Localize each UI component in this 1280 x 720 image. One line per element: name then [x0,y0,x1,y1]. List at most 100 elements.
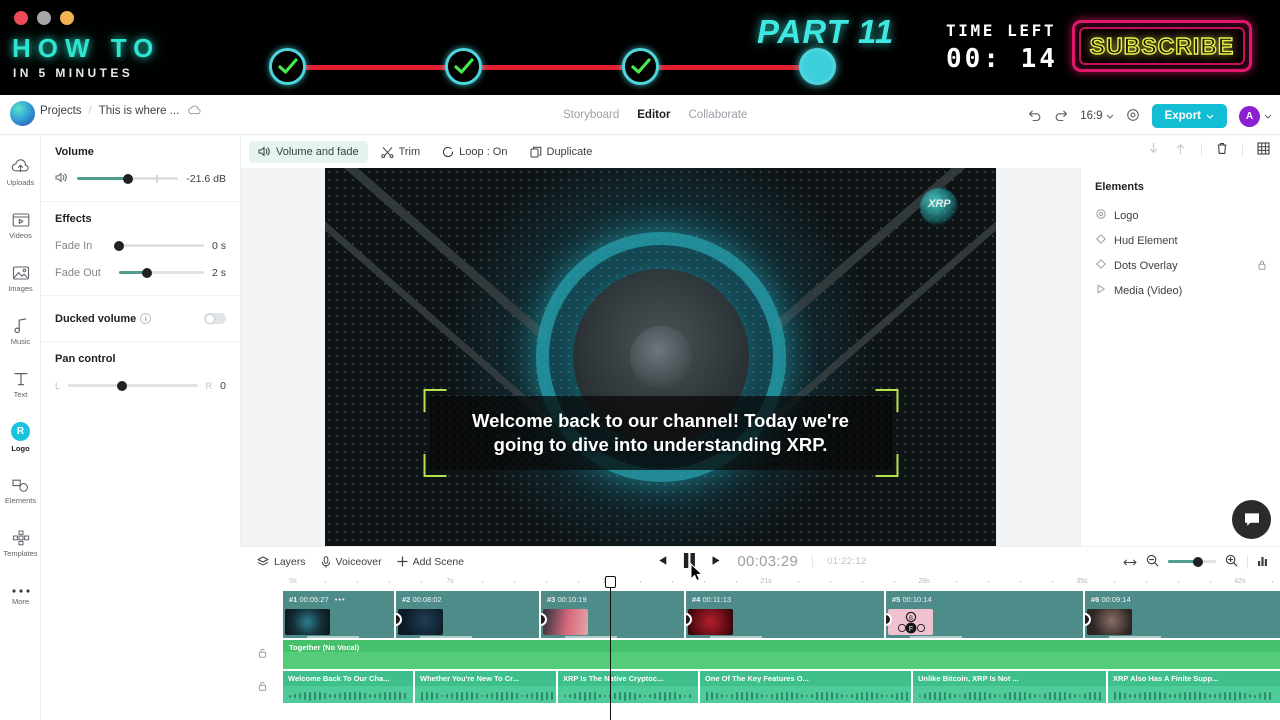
layers-button[interactable]: Layers [257,556,306,568]
timeline-ruler[interactable]: 0s 7s 14s 21s 28s 35s 42s [283,576,1280,590]
skip-back-icon[interactable] [654,555,667,569]
chat-bubble-button[interactable] [1232,500,1271,539]
fade-out-slider[interactable] [119,267,204,278]
video-track[interactable]: #1 00:05:27 ••• #2 00:08:02 #3 00:10:19 [283,591,1280,638]
app-logo-icon[interactable] [10,101,35,126]
window-maximize-dot [60,11,74,25]
fade-out-slider-knob[interactable] [142,267,153,278]
sidebar-item-templates[interactable]: Templates [0,517,41,570]
trim-button[interactable]: Trim [372,141,430,163]
volume-slider[interactable] [77,173,179,184]
account-menu[interactable]: A [1239,105,1272,127]
table-row[interactable]: #5 00:10:14 BF [886,591,1085,638]
fade-in-slider-knob[interactable] [114,240,124,251]
volume-section: Volume -21.6 dB [41,135,240,202]
table-row[interactable]: #6 00:09:14 [1085,591,1280,638]
list-item[interactable]: XRP Also Has A Finite Supp... [1108,671,1280,703]
sidebar-label: Videos [9,230,32,240]
sidebar-item-uploads[interactable]: Uploads [0,146,41,199]
volume-slider-knob[interactable] [122,173,133,184]
export-button[interactable]: Export [1151,104,1227,128]
window-controls [14,11,74,25]
breadcrumb-projects[interactable]: Projects [40,105,82,117]
list-item[interactable]: Unlike Bitcoin, XRP Is Not ... [913,671,1108,703]
aspect-ratio-selector[interactable]: 16:9 [1080,110,1113,122]
sidebar-item-images[interactable]: Images [0,252,41,305]
subtitle-track[interactable]: Welcome Back To Our Cha... Whether You'r… [283,671,1280,703]
audio-track-clip[interactable]: Together (No Vocal) [283,638,1280,669]
clip-number: #2 [402,595,411,604]
aspect-ratio-value: 16:9 [1080,110,1103,122]
loop-button[interactable]: Loop : On [433,141,516,163]
selection-handle-top-right[interactable] [875,388,898,412]
sidebar-item-logo[interactable]: R Logo [0,411,41,464]
timeline-playhead[interactable] [605,576,616,720]
zoom-slider[interactable] [1168,556,1216,567]
clip-menu-icon[interactable]: ••• [335,595,346,604]
send-backward-icon[interactable] [1147,142,1160,158]
table-row[interactable]: #1 00:05:27 ••• [283,591,396,638]
voiceover-button[interactable]: Voiceover [321,556,382,568]
caption-element[interactable]: Welcome back to our channel! Today we're… [423,388,898,477]
timeline[interactable]: 0s 7s 14s 21s 28s 35s 42s #1 00:05:27 ••… [241,576,1280,720]
zoom-in-icon[interactable] [1225,554,1238,570]
list-item[interactable]: Whether You're New To Cr... [415,671,558,703]
logo-watermark[interactable]: XRP [918,186,960,228]
clip-header: #4 00:11:13 [686,591,884,604]
gear-icon[interactable] [1126,108,1140,125]
pan-slider[interactable] [68,380,198,391]
waveform-icon[interactable] [1257,554,1268,570]
tab-editor[interactable]: Editor [637,109,670,121]
list-item[interactable]: XRP Is The Native Cryptoc... [558,671,700,703]
playhead-handle[interactable] [605,576,616,588]
sidebar-item-more[interactable]: More [0,570,41,623]
tab-collaborate[interactable]: Collaborate [689,109,748,121]
element-item-media-video[interactable]: Media (Video) [1081,278,1280,303]
table-row[interactable]: #2 00:08:02 [396,591,541,638]
audio-track-title: Together (No Vocal) [289,643,360,652]
info-icon[interactable]: i [140,313,152,324]
selection-handle-bottom-right[interactable] [875,454,898,477]
sidebar-item-music[interactable]: Music [0,305,41,358]
element-item-dots-overlay[interactable]: Dots Overlay [1081,253,1280,278]
scissors-icon [380,146,394,158]
video-preview[interactable]: XRP Welcome back to our channel! Today w… [325,168,996,546]
bring-forward-icon[interactable] [1174,142,1187,158]
trash-icon[interactable] [1216,142,1228,158]
duplicate-button[interactable]: Duplicate [521,141,602,163]
effects-section: Effects Fade In 0 s Fade Out 2 s [41,202,240,296]
pan-slider-knob[interactable] [117,380,128,391]
add-scene-button[interactable]: Add Scene [397,556,464,568]
video-icon [12,212,30,228]
grid-icon[interactable] [1257,142,1270,158]
redo-icon[interactable] [1054,108,1068,124]
table-row[interactable]: #3 00:10:19 [541,591,686,638]
volume-and-fade-button[interactable]: Volume and fade [249,140,368,163]
audio-track-lock-icon[interactable] [258,648,267,660]
list-item[interactable]: Welcome Back To Our Cha... [283,671,415,703]
toolbar-divider [1242,143,1243,157]
subtitle-track-lock-icon[interactable] [258,681,267,693]
clip-thumbnail: BF [888,609,933,635]
element-item-logo[interactable]: Logo [1081,203,1280,228]
list-item[interactable]: One Of The Key Features O... [700,671,913,703]
fade-in-slider[interactable] [114,240,204,251]
sidebar-item-elements[interactable]: Elements [0,464,41,517]
clip-duration: 00:08:02 [412,595,442,604]
selection-handle-top-left[interactable] [423,388,446,412]
skip-forward-icon[interactable] [710,555,723,569]
progress-step-3 [622,48,659,85]
zoom-out-icon[interactable] [1146,554,1159,570]
sidebar-item-text[interactable]: Text [0,358,41,411]
breadcrumb-project-name[interactable]: This is where ... [99,105,180,117]
tab-storyboard[interactable]: Storyboard [563,109,619,121]
lock-icon[interactable] [1258,260,1266,272]
sidebar-item-videos[interactable]: Videos [0,199,41,252]
ducked-volume-toggle[interactable] [204,313,226,324]
element-item-hud[interactable]: Hud Element [1081,228,1280,253]
undo-icon[interactable] [1028,108,1042,124]
selection-handle-bottom-left[interactable] [423,454,446,477]
zoom-slider-knob[interactable] [1192,556,1203,567]
table-row[interactable]: #4 00:11:13 [686,591,886,638]
fit-width-icon[interactable] [1123,554,1137,570]
